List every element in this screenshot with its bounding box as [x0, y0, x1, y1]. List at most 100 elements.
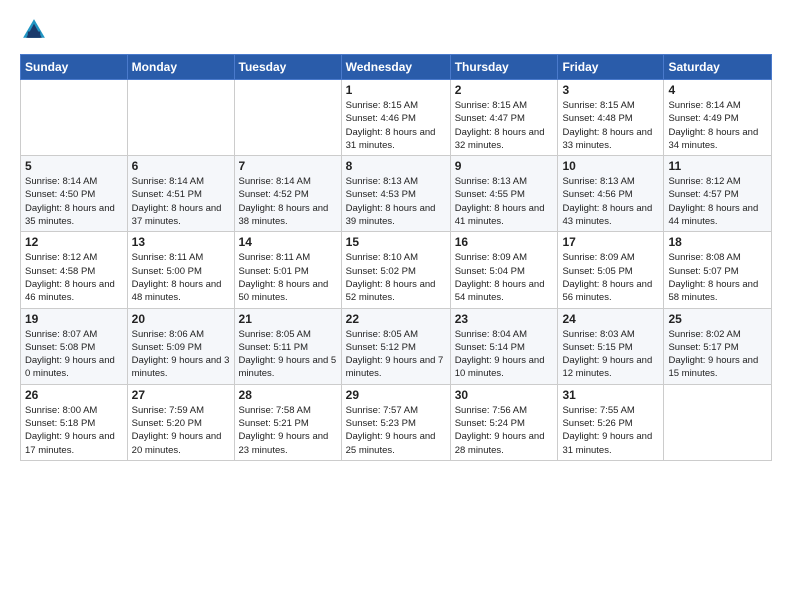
day-number: 4	[668, 83, 767, 97]
day-number: 22	[346, 312, 446, 326]
weekday-header-monday: Monday	[127, 55, 234, 80]
weekday-header-wednesday: Wednesday	[341, 55, 450, 80]
day-number: 28	[239, 388, 337, 402]
day-cell	[21, 80, 128, 156]
weekday-header-friday: Friday	[558, 55, 664, 80]
day-info: Sunrise: 8:03 AM Sunset: 5:15 PM Dayligh…	[562, 328, 659, 381]
day-info: Sunrise: 8:13 AM Sunset: 4:53 PM Dayligh…	[346, 175, 446, 228]
day-info: Sunrise: 7:57 AM Sunset: 5:23 PM Dayligh…	[346, 404, 446, 457]
day-cell: 28 Sunrise: 7:58 AM Sunset: 5:21 PM Dayli…	[234, 384, 341, 460]
weekday-header-sunday: Sunday	[21, 55, 128, 80]
day-number: 6	[132, 159, 230, 173]
day-number: 3	[562, 83, 659, 97]
day-info: Sunrise: 8:07 AM Sunset: 5:08 PM Dayligh…	[25, 328, 123, 381]
day-info: Sunrise: 8:12 AM Sunset: 4:58 PM Dayligh…	[25, 251, 123, 304]
weekday-header-saturday: Saturday	[664, 55, 772, 80]
day-cell	[664, 384, 772, 460]
week-row-3: 12 Sunrise: 8:12 AM Sunset: 4:58 PM Dayli…	[21, 232, 772, 308]
day-number: 9	[455, 159, 554, 173]
day-info: Sunrise: 7:55 AM Sunset: 5:26 PM Dayligh…	[562, 404, 659, 457]
day-info: Sunrise: 8:11 AM Sunset: 5:00 PM Dayligh…	[132, 251, 230, 304]
day-number: 2	[455, 83, 554, 97]
calendar-body: 1 Sunrise: 8:15 AM Sunset: 4:46 PM Daylig…	[21, 80, 772, 461]
day-cell: 16Sunrise: 8:09 AM Sunset: 5:04 PM Dayli…	[450, 232, 558, 308]
day-info: Sunrise: 8:12 AM Sunset: 4:57 PM Dayligh…	[668, 175, 767, 228]
header	[20, 16, 772, 44]
day-number: 14	[239, 235, 337, 249]
day-cell: 30 Sunrise: 7:56 AM Sunset: 5:24 PM Dayli…	[450, 384, 558, 460]
day-info: Sunrise: 7:59 AM Sunset: 5:20 PM Dayligh…	[132, 404, 230, 457]
day-number: 1	[346, 83, 446, 97]
day-number: 8	[346, 159, 446, 173]
day-cell: 31Sunrise: 7:55 AM Sunset: 5:26 PM Dayli…	[558, 384, 664, 460]
day-cell	[234, 80, 341, 156]
day-number: 29	[346, 388, 446, 402]
day-number: 5	[25, 159, 123, 173]
day-cell	[127, 80, 234, 156]
day-number: 27	[132, 388, 230, 402]
day-info: Sunrise: 8:05 AM Sunset: 5:11 PM Dayligh…	[239, 328, 337, 381]
day-cell: 20 Sunrise: 8:06 AM Sunset: 5:09 PM Dayli…	[127, 308, 234, 384]
day-cell: 12 Sunrise: 8:12 AM Sunset: 4:58 PM Dayli…	[21, 232, 128, 308]
day-cell: 26Sunrise: 8:00 AM Sunset: 5:18 PM Dayli…	[21, 384, 128, 460]
week-row-1: 1 Sunrise: 8:15 AM Sunset: 4:46 PM Daylig…	[21, 80, 772, 156]
day-cell: 29 Sunrise: 7:57 AM Sunset: 5:23 PM Dayli…	[341, 384, 450, 460]
day-info: Sunrise: 8:09 AM Sunset: 5:05 PM Dayligh…	[562, 251, 659, 304]
weekday-header-tuesday: Tuesday	[234, 55, 341, 80]
day-info: Sunrise: 8:15 AM Sunset: 4:47 PM Dayligh…	[455, 99, 554, 152]
day-number: 19	[25, 312, 123, 326]
day-cell: 4Sunrise: 8:14 AM Sunset: 4:49 PM Daylig…	[664, 80, 772, 156]
day-cell: 15Sunrise: 8:10 AM Sunset: 5:02 PM Dayli…	[341, 232, 450, 308]
day-info: Sunrise: 8:08 AM Sunset: 5:07 PM Dayligh…	[668, 251, 767, 304]
day-number: 24	[562, 312, 659, 326]
day-info: Sunrise: 8:14 AM Sunset: 4:51 PM Dayligh…	[132, 175, 230, 228]
day-cell: 13 Sunrise: 8:11 AM Sunset: 5:00 PM Dayli…	[127, 232, 234, 308]
weekday-header-thursday: Thursday	[450, 55, 558, 80]
day-cell: 7 Sunrise: 8:14 AM Sunset: 4:52 PM Daylig…	[234, 156, 341, 232]
day-info: Sunrise: 8:10 AM Sunset: 5:02 PM Dayligh…	[346, 251, 446, 304]
day-info: Sunrise: 7:58 AM Sunset: 5:21 PM Dayligh…	[239, 404, 337, 457]
day-info: Sunrise: 8:11 AM Sunset: 5:01 PM Dayligh…	[239, 251, 337, 304]
day-info: Sunrise: 8:13 AM Sunset: 4:56 PM Dayligh…	[562, 175, 659, 228]
day-cell: 9 Sunrise: 8:13 AM Sunset: 4:55 PM Daylig…	[450, 156, 558, 232]
day-number: 25	[668, 312, 767, 326]
day-info: Sunrise: 8:04 AM Sunset: 5:14 PM Dayligh…	[455, 328, 554, 381]
day-number: 30	[455, 388, 554, 402]
day-number: 23	[455, 312, 554, 326]
day-cell: 23 Sunrise: 8:04 AM Sunset: 5:14 PM Dayli…	[450, 308, 558, 384]
day-info: Sunrise: 8:06 AM Sunset: 5:09 PM Dayligh…	[132, 328, 230, 381]
day-cell: 25 Sunrise: 8:02 AM Sunset: 5:17 PM Dayli…	[664, 308, 772, 384]
day-cell: 14 Sunrise: 8:11 AM Sunset: 5:01 PM Dayli…	[234, 232, 341, 308]
day-cell: 21 Sunrise: 8:05 AM Sunset: 5:11 PM Dayli…	[234, 308, 341, 384]
day-info: Sunrise: 8:14 AM Sunset: 4:52 PM Dayligh…	[239, 175, 337, 228]
day-info: Sunrise: 8:13 AM Sunset: 4:55 PM Dayligh…	[455, 175, 554, 228]
day-number: 13	[132, 235, 230, 249]
day-cell: 3Sunrise: 8:15 AM Sunset: 4:48 PM Daylig…	[558, 80, 664, 156]
day-cell: 24 Sunrise: 8:03 AM Sunset: 5:15 PM Dayli…	[558, 308, 664, 384]
week-row-2: 5 Sunrise: 8:14 AM Sunset: 4:50 PM Daylig…	[21, 156, 772, 232]
logo-icon	[20, 16, 48, 44]
calendar-header: SundayMondayTuesdayWednesdayThursdayFrid…	[21, 55, 772, 80]
day-cell: 6 Sunrise: 8:14 AM Sunset: 4:51 PM Daylig…	[127, 156, 234, 232]
day-number: 21	[239, 312, 337, 326]
day-cell: 19 Sunrise: 8:07 AM Sunset: 5:08 PM Dayli…	[21, 308, 128, 384]
day-cell: 1 Sunrise: 8:15 AM Sunset: 4:46 PM Daylig…	[341, 80, 450, 156]
day-info: Sunrise: 8:15 AM Sunset: 4:46 PM Dayligh…	[346, 99, 446, 152]
day-info: Sunrise: 8:02 AM Sunset: 5:17 PM Dayligh…	[668, 328, 767, 381]
day-cell: 27 Sunrise: 7:59 AM Sunset: 5:20 PM Dayli…	[127, 384, 234, 460]
page: SundayMondayTuesdayWednesdayThursdayFrid…	[0, 0, 792, 477]
day-number: 20	[132, 312, 230, 326]
day-info: Sunrise: 8:05 AM Sunset: 5:12 PM Dayligh…	[346, 328, 446, 381]
day-number: 17	[562, 235, 659, 249]
day-number: 12	[25, 235, 123, 249]
day-cell: 8 Sunrise: 8:13 AM Sunset: 4:53 PM Daylig…	[341, 156, 450, 232]
day-cell: 17 Sunrise: 8:09 AM Sunset: 5:05 PM Dayli…	[558, 232, 664, 308]
day-number: 10	[562, 159, 659, 173]
day-info: Sunrise: 8:14 AM Sunset: 4:50 PM Dayligh…	[25, 175, 123, 228]
day-number: 7	[239, 159, 337, 173]
day-cell: 2 Sunrise: 8:15 AM Sunset: 4:47 PM Daylig…	[450, 80, 558, 156]
logo	[20, 16, 52, 44]
day-info: Sunrise: 7:56 AM Sunset: 5:24 PM Dayligh…	[455, 404, 554, 457]
day-cell: 18Sunrise: 8:08 AM Sunset: 5:07 PM Dayli…	[664, 232, 772, 308]
day-cell: 11Sunrise: 8:12 AM Sunset: 4:57 PM Dayli…	[664, 156, 772, 232]
